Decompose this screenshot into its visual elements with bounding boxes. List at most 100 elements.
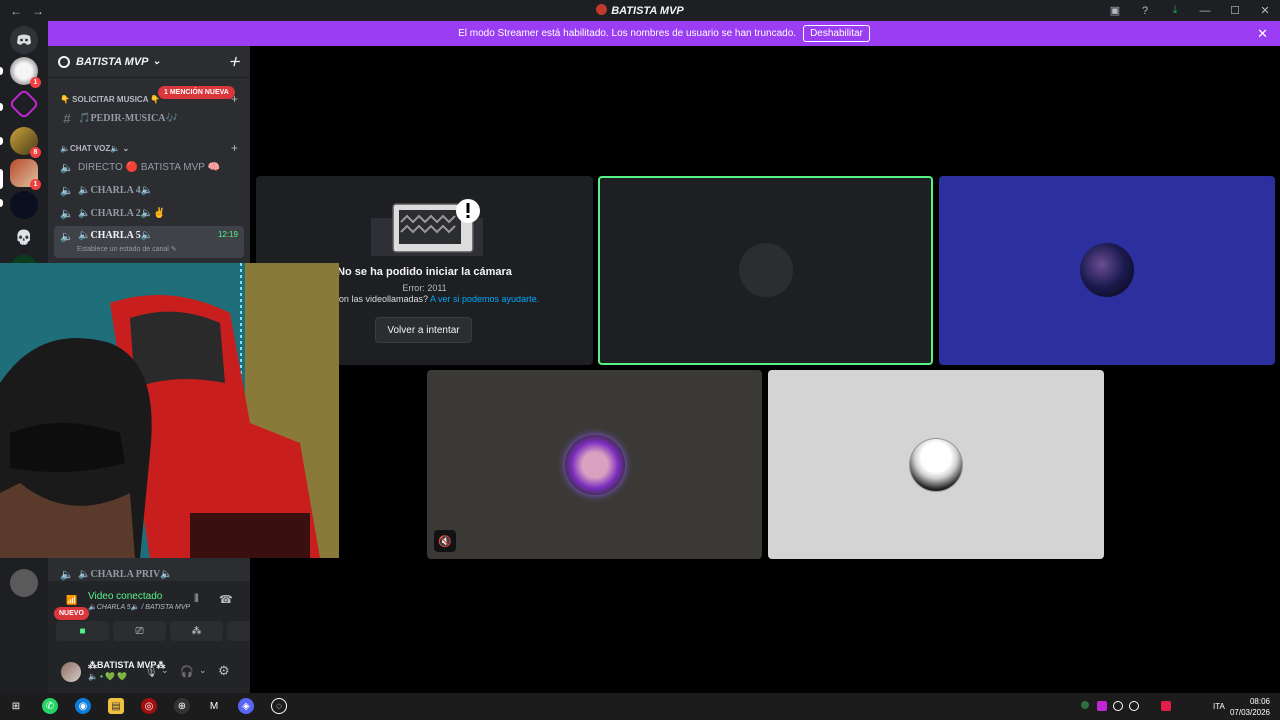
help-link[interactable]: A ver si podemos ayudarte. xyxy=(430,294,539,304)
edge-browser-icon[interactable]: ◉ xyxy=(75,698,91,714)
skull-server-icon[interactable]: 💀 xyxy=(10,223,38,251)
language-indicator[interactable]: ITA xyxy=(1213,702,1225,711)
inbox-icon[interactable]: ▣ xyxy=(1100,4,1130,17)
svg-text:✖: ✖ xyxy=(359,217,360,227)
selected-pill xyxy=(0,169,3,189)
obs-icon[interactable]: ⊕ xyxy=(174,698,190,714)
channel-pedir-musica[interactable]: # 🎵PEDIR-MUSICA🎶 xyxy=(54,108,244,129)
unread-pill xyxy=(0,67,3,75)
app-m-icon[interactable]: M xyxy=(206,698,222,714)
minimize-button[interactable]: — xyxy=(1190,5,1220,17)
speaker-icon: 🔈 xyxy=(60,569,74,581)
server-avatar-5[interactable] xyxy=(10,191,38,219)
guild-badge: 1 xyxy=(30,179,41,190)
discord-taskbar-icon[interactable]: ◈ xyxy=(238,698,254,714)
voice-action-buttons: ■ ⎚ ⁂ ✦ xyxy=(56,621,280,641)
call-timer: 12:19 xyxy=(217,230,238,239)
channel-directo[interactable]: 🔈 DIRECTO 🔴 BATISTA MVP 🧠 xyxy=(54,157,244,178)
new-badge[interactable]: NUEVO xyxy=(54,607,89,620)
signal-icon[interactable]: 📶 xyxy=(66,595,77,606)
tray-app-icon[interactable] xyxy=(1113,701,1123,711)
camera-preview-pip[interactable] xyxy=(0,263,339,558)
voice-status[interactable]: Video conectado xyxy=(88,591,162,602)
video-stage: ✖ No se ha podido iniciar la cámara Erro… xyxy=(250,46,1280,693)
participant-avatar xyxy=(909,438,963,492)
user-avatar[interactable] xyxy=(61,662,81,682)
voice-location[interactable]: 🔈CHARLA 5🔈 / BATISTA MVP xyxy=(88,603,190,611)
system-clock[interactable]: 08:06 07/03/2026 xyxy=(1230,696,1270,718)
guild-badge: 8 xyxy=(30,147,41,158)
category-chat-voz[interactable]: 🔈CHAT VOZ🔈 ⌄ xyxy=(60,144,129,153)
broken-camera-icon: ✖ xyxy=(359,199,483,256)
participant-tile-speaking[interactable] xyxy=(598,176,933,365)
retry-button[interactable]: Volver a intentar xyxy=(375,317,472,343)
server-emblem-icon xyxy=(58,55,70,68)
whatsapp-icon[interactable]: ✆ xyxy=(42,698,58,714)
os-taskbar: ⊞ ✆ ◉ ▤ ◎ ⊕ M ◈ ◌ ITA 08:06 07/03/2026 xyxy=(0,693,1280,720)
screen-share-button[interactable]: ⎚ xyxy=(113,621,166,641)
server-header[interactable]: BATISTA MVP ⌄ ＋ xyxy=(48,46,250,78)
server-five-icon[interactable] xyxy=(8,88,40,120)
camera-button[interactable]: ■ xyxy=(56,621,109,641)
windows-start-icon[interactable]: ⊞ xyxy=(8,698,24,714)
close-window-button[interactable]: ✕ xyxy=(1250,4,1280,17)
maximize-button[interactable]: ☐ xyxy=(1220,4,1250,17)
channel-charla-5[interactable]: 🔈 🔈CHARLA 5🔈 12:19 xyxy=(54,226,244,258)
server-avatar-3[interactable]: 8 xyxy=(10,127,41,158)
disable-streamer-button[interactable]: Deshabilitar xyxy=(803,25,870,42)
participant-tile[interactable] xyxy=(768,370,1104,559)
close-banner-icon[interactable]: ✕ xyxy=(1257,26,1268,42)
tray-app-icon[interactable] xyxy=(1129,701,1139,711)
discord-home-icon[interactable] xyxy=(10,26,38,54)
chevron-down-icon: ⌄ xyxy=(152,56,161,67)
disconnect-icon[interactable]: ☎ xyxy=(219,593,233,606)
speaker-icon: 🔈 xyxy=(60,208,74,220)
channel-status-prompt[interactable]: Establece un estado de canal ✎ xyxy=(77,245,177,253)
participant-avatar xyxy=(739,243,793,297)
server-batista-mvp[interactable]: 1 xyxy=(10,159,41,190)
window-title-text: BATISTA MVP xyxy=(611,5,684,17)
clock-app-icon[interactable]: ◌ xyxy=(271,698,287,714)
muted-icon: 🔇 xyxy=(434,530,456,552)
category-solicitar-musica[interactable]: 👇 SOLICITAR MUSICA 👇 xyxy=(60,95,160,104)
title-bar: ← → BATISTA MVP ▣ ? ⤓ — ☐ ✕ xyxy=(0,0,1280,21)
tray-app-icon[interactable] xyxy=(1097,701,1107,711)
game-app-icon[interactable]: ◎ xyxy=(141,698,157,714)
mention-badge[interactable]: 1 MENCIÓN NUEVA xyxy=(158,86,235,99)
guild-badge: 1 xyxy=(30,77,41,88)
participant-tile[interactable] xyxy=(939,176,1275,365)
settings-gear-icon[interactable]: ⚙ xyxy=(218,663,230,679)
channel-label: 🔈CHARLA 5🔈 xyxy=(78,230,154,241)
activities-button[interactable]: ⁂ xyxy=(170,621,223,641)
chevron-down-icon[interactable]: ⌄ xyxy=(199,665,207,676)
headset-icon[interactable]: 🎧 xyxy=(180,665,194,678)
clock-date: 07/03/2026 xyxy=(1229,708,1270,717)
server-avatar-1[interactable]: 1 xyxy=(10,57,41,88)
unread-pill xyxy=(0,103,3,111)
clock-time: 08:06 xyxy=(1249,697,1270,706)
file-explorer-icon[interactable]: ▤ xyxy=(108,698,124,714)
participant-tile[interactable]: 🔇 xyxy=(427,370,762,559)
webcam-feed-image xyxy=(0,263,339,558)
channel-label: 🔈CHARLA PRIV🔈 xyxy=(78,569,173,580)
tray-app-icon[interactable] xyxy=(1161,701,1171,711)
chevron-down-icon[interactable]: ⌄ xyxy=(161,665,169,676)
speaker-icon: 🔈 xyxy=(60,231,74,243)
help-icon[interactable]: ? xyxy=(1130,5,1160,17)
user-panel: ⁂BATISTA MVP⁂ 🔈 • 💚 💚 🎙 ⌄ 🎧 ⌄ ⚙ xyxy=(48,651,250,693)
channel-label: 🔈CHARLA 2🔈✌ xyxy=(78,208,166,219)
download-icon[interactable]: ⤓ xyxy=(1160,4,1190,17)
channel-charla-2[interactable]: 🔈 🔈CHARLA 2🔈✌ xyxy=(54,203,244,224)
noise-suppression-icon[interactable]: ⦀ xyxy=(194,593,199,606)
server-avatar-new[interactable] xyxy=(10,569,38,597)
add-channel-icon[interactable]: + xyxy=(231,141,238,155)
add-member-icon[interactable]: ＋ xyxy=(228,53,240,70)
server-logo-icon xyxy=(596,4,608,15)
participant-avatar xyxy=(565,435,625,495)
window-controls: ▣ ? ⤓ — ☐ ✕ xyxy=(1100,0,1280,21)
channel-charla-4[interactable]: 🔈 🔈CHARLA 4🔈 xyxy=(54,180,244,201)
microphone-icon[interactable]: 🎙 xyxy=(144,665,158,678)
tray-status-icon[interactable] xyxy=(1081,701,1089,709)
streamer-mode-banner: El modo Streamer está habilitado. Los no… xyxy=(48,21,1280,46)
speaker-icon: 🔈 xyxy=(60,185,74,197)
